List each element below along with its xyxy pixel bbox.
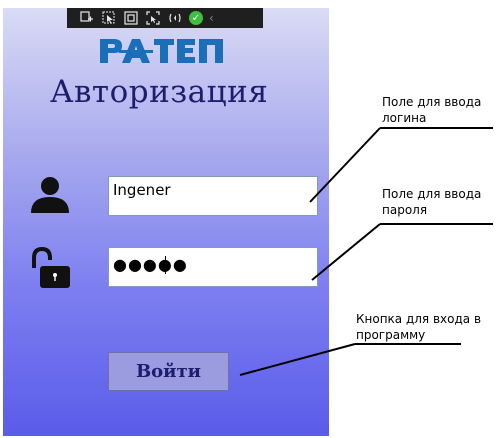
login-note-pointer (309, 127, 381, 203)
button-note-pointer (239, 343, 356, 376)
annotation-lines (239, 127, 493, 376)
password-note-pointer (311, 223, 381, 281)
